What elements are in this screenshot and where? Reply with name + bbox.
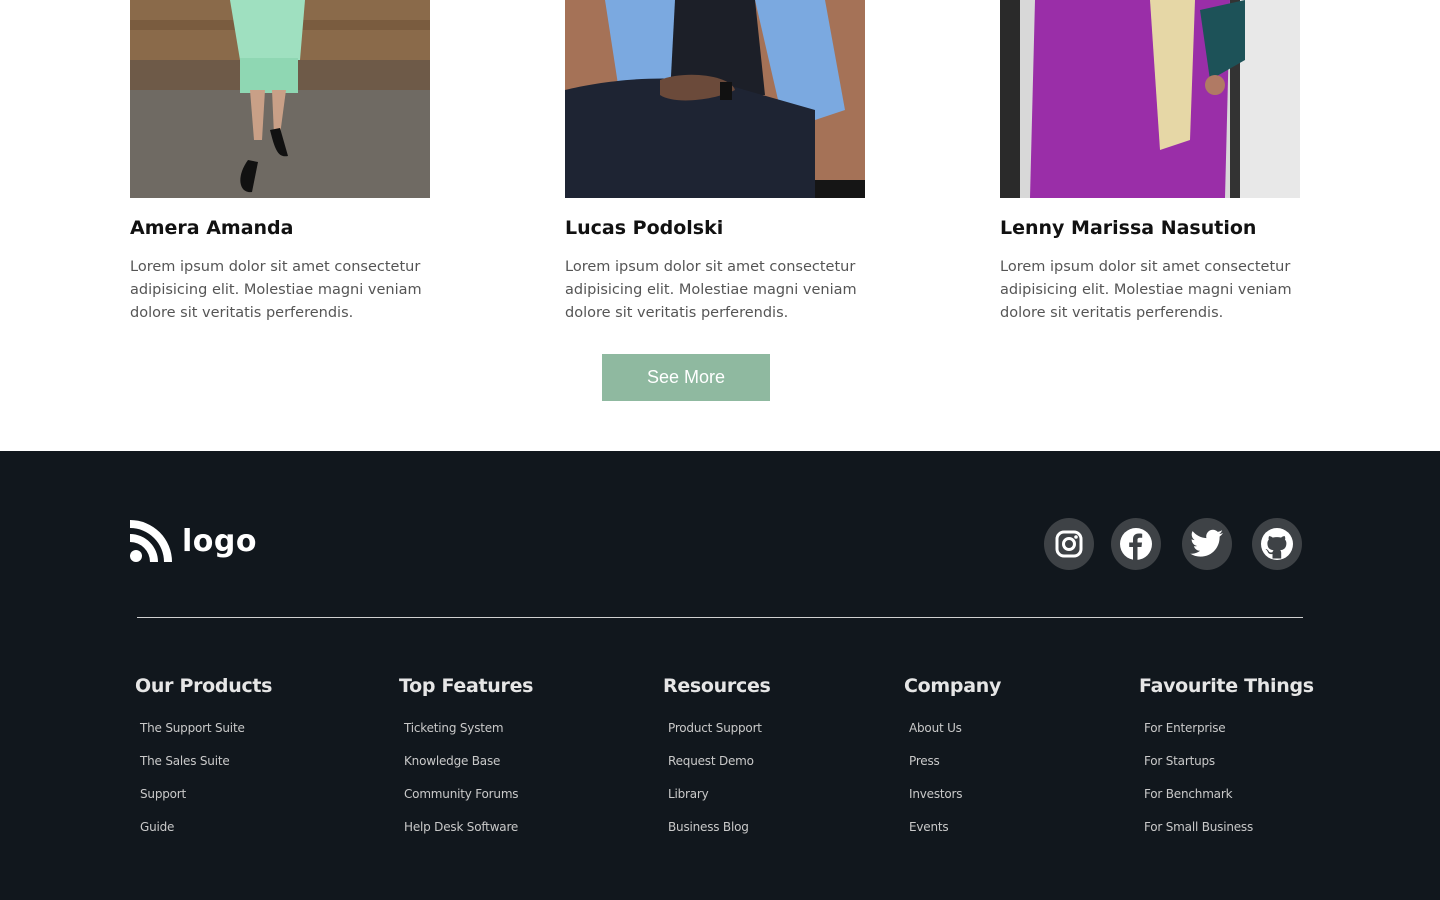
footer-link[interactable]: Events (909, 820, 1001, 853)
footer-link[interactable]: The Sales Suite (140, 754, 272, 787)
footer-link[interactable]: For Startups (1144, 754, 1314, 787)
footer-link[interactable]: Press (909, 754, 1001, 787)
footer-link[interactable]: Product Support (668, 721, 771, 754)
footer-link[interactable]: Community Forums (404, 787, 533, 820)
team-card: Lucas Podolski Lorem ipsum dolor sit ame… (565, 0, 865, 321)
footer-divider (137, 617, 1303, 618)
footer-column-favourite-things: Favourite Things For Enterprise For Star… (1139, 675, 1314, 853)
twitter-icon (1190, 529, 1223, 557)
footer-link[interactable]: About Us (909, 721, 1001, 754)
footer-column-top-features: Top Features Ticketing System Knowledge … (399, 675, 534, 853)
team-photo (1000, 0, 1300, 198)
team-member-bio: Lorem ipsum dolor sit amet consectetur a… (1000, 259, 1292, 321)
footer-link[interactable]: For Small Business (1144, 820, 1314, 853)
footer-link[interactable]: Knowledge Base (404, 754, 533, 787)
footer-link[interactable]: Ticketing System (404, 721, 533, 754)
team-member-name: Amera Amanda (130, 217, 294, 239)
footer-column-resources: Resources Product Support Request Demo L… (663, 675, 771, 853)
footer-link[interactable]: Guide (140, 820, 272, 853)
footer-link[interactable]: Investors (909, 787, 1001, 820)
instagram-icon (1055, 530, 1083, 558)
rss-logo-icon (130, 520, 172, 562)
footer-link[interactable]: The Support Suite (140, 721, 272, 754)
logo-text: logo (182, 523, 257, 559)
footer-column-title: Favourite Things (1139, 675, 1314, 697)
team-photo (565, 0, 865, 198)
instagram-link[interactable] (1044, 518, 1094, 570)
footer-link[interactable]: For Benchmark (1144, 787, 1314, 820)
team-member-name: Lenny Marissa Nasution (1000, 217, 1257, 239)
see-more-button[interactable]: See More (602, 354, 770, 401)
team-member-name: Lucas Podolski (565, 217, 724, 239)
footer-column-title: Top Features (399, 675, 534, 697)
footer-link[interactable]: Business Blog (668, 820, 771, 853)
facebook-icon (1120, 528, 1152, 560)
twitter-link[interactable] (1182, 518, 1232, 570)
footer-column-our-products: Our Products The Support Suite The Sales… (135, 675, 273, 853)
team-section: Amera Amanda Lorem ipsum dolor sit amet … (0, 0, 1440, 451)
footer-link[interactable]: Help Desk Software (404, 820, 533, 853)
facebook-link[interactable] (1111, 518, 1161, 570)
team-card: Lenny Marissa Nasution Lorem ipsum dolor… (1000, 0, 1300, 321)
footer-link[interactable]: For Enterprise (1144, 721, 1314, 754)
team-photo (130, 0, 430, 198)
footer-column-title: Company (904, 675, 1002, 697)
footer-link[interactable]: Library (668, 787, 771, 820)
footer-column-title: Resources (663, 675, 771, 697)
footer-column-company: Company About Us Press Investors Events (904, 675, 1001, 853)
team-card: Amera Amanda Lorem ipsum dolor sit amet … (130, 0, 430, 321)
team-member-bio: Lorem ipsum dolor sit amet consectetur a… (565, 259, 857, 321)
github-link[interactable] (1252, 518, 1302, 570)
footer-link[interactable]: Request Demo (668, 754, 771, 787)
team-member-bio: Lorem ipsum dolor sit amet consectetur a… (130, 259, 422, 321)
github-icon (1261, 528, 1293, 560)
footer-column-title: Our Products (135, 675, 273, 697)
footer-logo[interactable]: logo (130, 520, 257, 562)
footer-link[interactable]: Support (140, 787, 272, 820)
